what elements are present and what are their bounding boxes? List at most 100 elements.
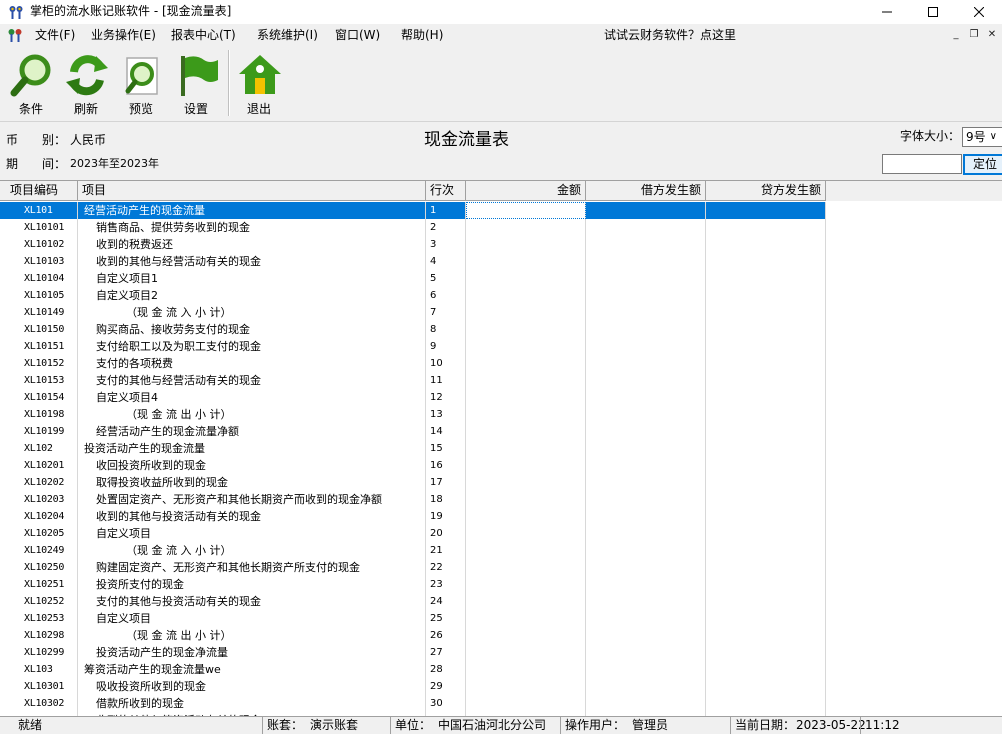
cell-line[interactable]: 3 bbox=[426, 236, 466, 253]
cell-line[interactable]: 12 bbox=[426, 389, 466, 406]
cell-credit[interactable] bbox=[706, 253, 826, 270]
cell-line[interactable]: 8 bbox=[426, 321, 466, 338]
cell-line[interactable]: 25 bbox=[426, 610, 466, 627]
table-row[interactable]: XL10299 投资活动产生的现金净流量 27 bbox=[0, 644, 1002, 661]
cell-amount[interactable] bbox=[466, 474, 586, 491]
cell-code[interactable]: XL10203 bbox=[0, 491, 78, 508]
cell-code[interactable]: XL10302 bbox=[0, 695, 78, 712]
font-size-select[interactable]: 9号 ∨ bbox=[962, 127, 1002, 147]
cell-debit[interactable] bbox=[586, 542, 706, 559]
cell-credit[interactable] bbox=[706, 474, 826, 491]
column-header-line[interactable]: 行次 bbox=[426, 181, 466, 201]
cell-amount[interactable] bbox=[466, 270, 586, 287]
cell-debit[interactable] bbox=[586, 474, 706, 491]
cell-item[interactable]: 自定义项目1 bbox=[78, 270, 426, 287]
cell-debit[interactable] bbox=[586, 610, 706, 627]
cell-line[interactable]: 28 bbox=[426, 661, 466, 678]
table-row[interactable]: XL101 经营活动产生的现金流量 1 bbox=[0, 202, 1002, 219]
cell-item[interactable]: 借款所收到的现金 bbox=[78, 695, 426, 712]
table-row[interactable]: XL10201 收回投资所收到的现金 16 bbox=[0, 457, 1002, 474]
cell-debit[interactable] bbox=[586, 202, 706, 219]
mdi-minimize-button[interactable]: _ bbox=[948, 28, 964, 42]
cell-code[interactable]: XL10249 bbox=[0, 542, 78, 559]
cell-code[interactable]: XL10201 bbox=[0, 457, 78, 474]
mdi-close-button[interactable]: ✕ bbox=[984, 28, 1000, 42]
cell-line[interactable]: 1 bbox=[426, 202, 466, 219]
cell-debit[interactable] bbox=[586, 593, 706, 610]
cell-amount[interactable] bbox=[466, 593, 586, 610]
cell-amount[interactable] bbox=[466, 304, 586, 321]
cell-line[interactable]: 30 bbox=[426, 695, 466, 712]
cell-item[interactable]: 销售商品、提供劳务收到的现金 bbox=[78, 219, 426, 236]
cell-debit[interactable] bbox=[586, 440, 706, 457]
cell-debit[interactable] bbox=[586, 661, 706, 678]
cell-debit[interactable] bbox=[586, 253, 706, 270]
cell-debit[interactable] bbox=[586, 355, 706, 372]
cell-credit[interactable] bbox=[706, 270, 826, 287]
cell-item[interactable]: 收到的其他与经营活动有关的现金 bbox=[78, 253, 426, 270]
cell-item[interactable]: 购建固定资产、无形资产和其他长期资产所支付的现金 bbox=[78, 559, 426, 576]
locate-button[interactable]: 定位 bbox=[963, 154, 1002, 175]
cell-credit[interactable] bbox=[706, 491, 826, 508]
cell-code[interactable]: XL10299 bbox=[0, 644, 78, 661]
menu-file[interactable]: 文件(F) bbox=[35, 27, 75, 43]
cell-line[interactable]: 9 bbox=[426, 338, 466, 355]
table-row[interactable]: XL10252 支付的其他与投资活动有关的现金 24 bbox=[0, 593, 1002, 610]
cell-credit[interactable] bbox=[706, 202, 826, 219]
cell-amount[interactable] bbox=[466, 542, 586, 559]
table-row[interactable]: XL10152 支付的各项税费 10 bbox=[0, 355, 1002, 372]
maximize-button[interactable] bbox=[910, 0, 956, 24]
table-row[interactable]: XL10253 自定义项目 25 bbox=[0, 610, 1002, 627]
cell-debit[interactable] bbox=[586, 576, 706, 593]
cell-item[interactable]: 自定义项目 bbox=[78, 525, 426, 542]
cell-amount[interactable] bbox=[466, 423, 586, 440]
cell-code[interactable]: XL10204 bbox=[0, 508, 78, 525]
table-row[interactable]: XL10154 自定义项目4 12 bbox=[0, 389, 1002, 406]
table-row[interactable]: XL10105 自定义项目2 6 bbox=[0, 287, 1002, 304]
cell-debit[interactable] bbox=[586, 423, 706, 440]
column-header-code[interactable]: 项目编码 bbox=[0, 181, 78, 201]
cell-debit[interactable] bbox=[586, 389, 706, 406]
cell-credit[interactable] bbox=[706, 423, 826, 440]
table-row[interactable]: XL10251 投资所支付的现金 23 bbox=[0, 576, 1002, 593]
cloud-finance-link[interactable]: 试试云财务软件？点这里 bbox=[604, 27, 736, 43]
cell-amount[interactable] bbox=[466, 661, 586, 678]
cell-line[interactable]: 24 bbox=[426, 593, 466, 610]
cell-line[interactable]: 17 bbox=[426, 474, 466, 491]
cell-code[interactable]: XL101 bbox=[0, 202, 78, 219]
cell-item[interactable]: （现 金 流 出 小 计） bbox=[78, 406, 426, 423]
cell-debit[interactable] bbox=[586, 627, 706, 644]
cell-code[interactable]: XL10150 bbox=[0, 321, 78, 338]
cell-credit[interactable] bbox=[706, 678, 826, 695]
cell-code[interactable]: XL10253 bbox=[0, 610, 78, 627]
minimize-button[interactable] bbox=[864, 0, 910, 24]
menu-help[interactable]: 帮助(H) bbox=[401, 27, 443, 43]
cell-amount[interactable] bbox=[466, 372, 586, 389]
cell-amount[interactable] bbox=[466, 253, 586, 270]
cell-credit[interactable] bbox=[706, 610, 826, 627]
cell-amount[interactable] bbox=[466, 389, 586, 406]
cell-amount[interactable] bbox=[466, 525, 586, 542]
cell-code[interactable]: XL10102 bbox=[0, 236, 78, 253]
cell-amount[interactable] bbox=[466, 202, 586, 219]
cell-amount[interactable] bbox=[466, 627, 586, 644]
table-row[interactable]: XL10203 处置固定资产、无形资产和其他长期资产而收到的现金净额 18 bbox=[0, 491, 1002, 508]
cell-code[interactable]: XL10198 bbox=[0, 406, 78, 423]
cell-item[interactable]: 经营活动产生的现金流量净额 bbox=[78, 423, 426, 440]
cell-credit[interactable] bbox=[706, 236, 826, 253]
menu-window[interactable]: 窗口(W) bbox=[335, 27, 380, 43]
cell-line[interactable]: 13 bbox=[426, 406, 466, 423]
cell-credit[interactable] bbox=[706, 389, 826, 406]
cell-code[interactable]: XL10251 bbox=[0, 576, 78, 593]
cell-amount[interactable] bbox=[466, 287, 586, 304]
cell-item[interactable]: 收到的税费返还 bbox=[78, 236, 426, 253]
cell-item[interactable]: 收到的其他与投资活动有关的现金 bbox=[78, 508, 426, 525]
table-row[interactable]: XL102 投资活动产生的现金流量 15 bbox=[0, 440, 1002, 457]
table-row[interactable]: XL10149 （现 金 流 入 小 计） 7 bbox=[0, 304, 1002, 321]
mdi-restore-button[interactable]: ❐ bbox=[966, 28, 982, 42]
cell-item[interactable]: 筹资活动产生的现金流量we bbox=[78, 661, 426, 678]
cell-code[interactable]: XL10152 bbox=[0, 355, 78, 372]
cell-debit[interactable] bbox=[586, 695, 706, 712]
settings-button[interactable]: 设置 bbox=[168, 50, 224, 118]
cell-item[interactable]: 自定义项目2 bbox=[78, 287, 426, 304]
